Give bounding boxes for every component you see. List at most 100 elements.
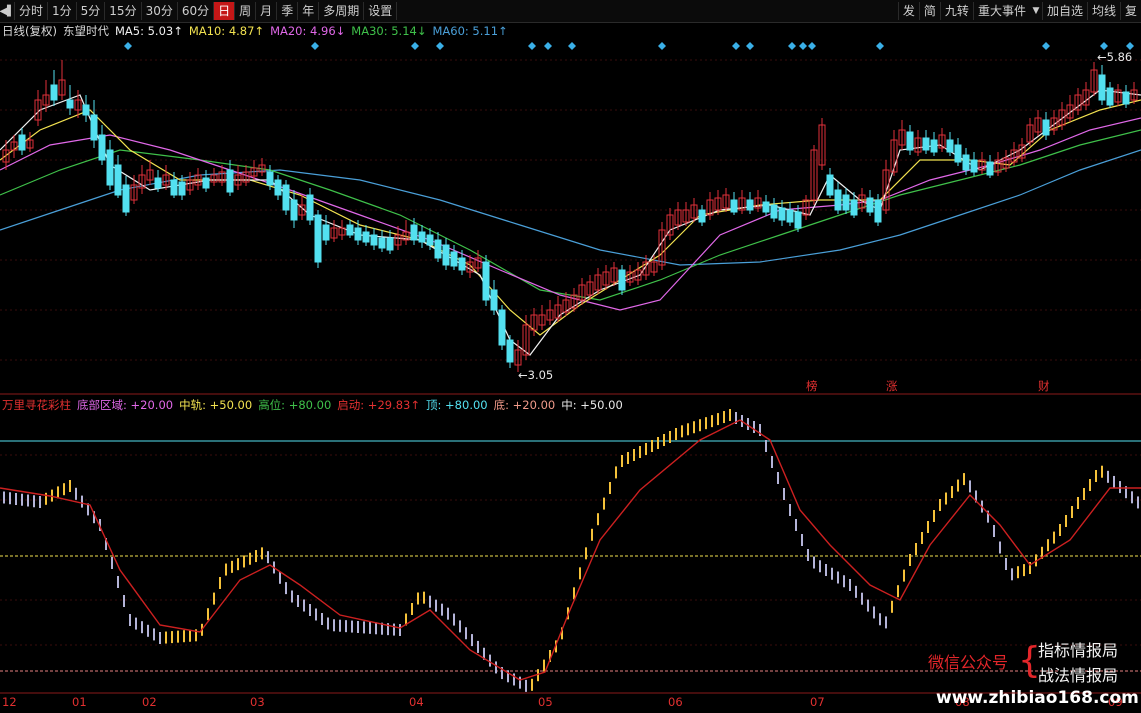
indicator-bar (417, 592, 419, 605)
indicator-bar (879, 613, 881, 626)
indicator-bar (81, 495, 83, 508)
indicator-bar (171, 631, 173, 644)
candle-body (418, 231, 426, 243)
signal-diamond-icon (436, 42, 444, 50)
indicator-bar (141, 621, 143, 634)
indicator-bar (1083, 488, 1085, 500)
indicator-bar (177, 630, 179, 643)
event-marker-zhang[interactable]: 涨 (886, 378, 898, 394)
indicator-bar (891, 600, 893, 613)
indicator-bar (579, 567, 581, 580)
indicator-bar (1011, 568, 1013, 581)
candle-body (170, 179, 178, 196)
indicator-bar (993, 525, 995, 537)
x-axis-label: 06 (668, 695, 683, 709)
indicator-bar (765, 440, 767, 452)
indicator-bar (729, 409, 731, 421)
indicator-bar (969, 480, 971, 493)
indicator-bar (309, 604, 311, 616)
indicator-bar (825, 564, 827, 576)
signal-diamond-icon (528, 42, 536, 50)
indicator-bar (423, 591, 425, 604)
indicator-bar (357, 621, 359, 633)
candle-body (930, 139, 938, 153)
indicator-bar (249, 552, 251, 565)
indicator-bar (1059, 524, 1061, 536)
candle-body (866, 197, 874, 213)
indicator-bar (585, 547, 587, 560)
indicator-bar (1053, 531, 1055, 544)
indicator-bar (189, 629, 191, 642)
candle-body (282, 184, 290, 211)
chart-canvas[interactable] (0, 0, 1141, 713)
indicator-bar (219, 577, 221, 589)
candle-body (786, 209, 794, 223)
indicator-bar (39, 496, 41, 508)
watermark-wechat: 微信公众号 (928, 653, 1009, 672)
event-marker-cai[interactable]: 财 (1038, 378, 1050, 394)
ma5-line (0, 89, 1141, 356)
candle-body (506, 339, 514, 363)
indicator-bar (369, 621, 371, 634)
ma60-line (0, 149, 1141, 266)
event-marker-bang[interactable]: 榜 (806, 378, 818, 394)
indicator-bar (843, 575, 845, 588)
candle-body (922, 137, 930, 151)
indicator-bar (597, 513, 599, 526)
signal-diamond-icon (746, 42, 754, 50)
candle-body (442, 244, 450, 266)
indicator-bar (777, 472, 779, 484)
candle-body (730, 199, 738, 213)
candle-body (698, 209, 706, 223)
indicator-bar (867, 599, 869, 612)
indicator-bar (663, 434, 665, 446)
candle-body (794, 211, 802, 229)
candle-body (426, 234, 434, 246)
indicator-bar (261, 547, 263, 560)
indicator-bar (693, 421, 695, 434)
candle-body (954, 144, 962, 163)
indicator-bar (489, 654, 491, 667)
indicator-bar (543, 659, 545, 672)
indicator-bar (285, 582, 287, 595)
signal-diamond-icon (658, 42, 666, 50)
indicator-bar (363, 621, 365, 634)
indicator-bar (165, 631, 167, 644)
x-axis-label: 05 (538, 695, 553, 709)
indicator-bar (279, 571, 281, 584)
indicator-bar (999, 541, 1001, 554)
candle-body (434, 239, 442, 259)
indicator-bar (951, 486, 953, 499)
indicator-bar (633, 449, 635, 461)
candle-body (946, 139, 954, 153)
x-axis-label: 12 (2, 695, 17, 709)
indicator-bar (675, 428, 677, 440)
x-axis-label: 07 (810, 695, 825, 709)
signal-diamond-icon (124, 42, 132, 50)
indicator-bar (609, 482, 611, 494)
indicator-bar (861, 592, 863, 605)
signal-diamond-icon (808, 42, 816, 50)
candle-body (770, 204, 778, 219)
candle-body (226, 169, 234, 193)
indicator-bar (699, 419, 701, 432)
indicator-bar (393, 623, 395, 636)
indicator-bar (477, 640, 479, 653)
indicator-bar (711, 415, 713, 428)
indicator-bar (687, 423, 689, 436)
candle-body (290, 199, 298, 221)
indicator-bar (255, 550, 257, 563)
candle-body (18, 134, 26, 151)
indicator-bar (315, 608, 317, 621)
indicator-bar (807, 549, 809, 561)
candle-body (178, 181, 186, 196)
candle-body (778, 207, 786, 221)
indicator-bar (1089, 479, 1091, 491)
candle-body (826, 174, 834, 196)
indicator-bar (207, 608, 209, 621)
indicator-bar (795, 519, 797, 531)
candle-body (1122, 91, 1130, 105)
indicator-bar (939, 499, 941, 511)
indicator-bar (1107, 470, 1109, 483)
candle-body (458, 257, 466, 271)
